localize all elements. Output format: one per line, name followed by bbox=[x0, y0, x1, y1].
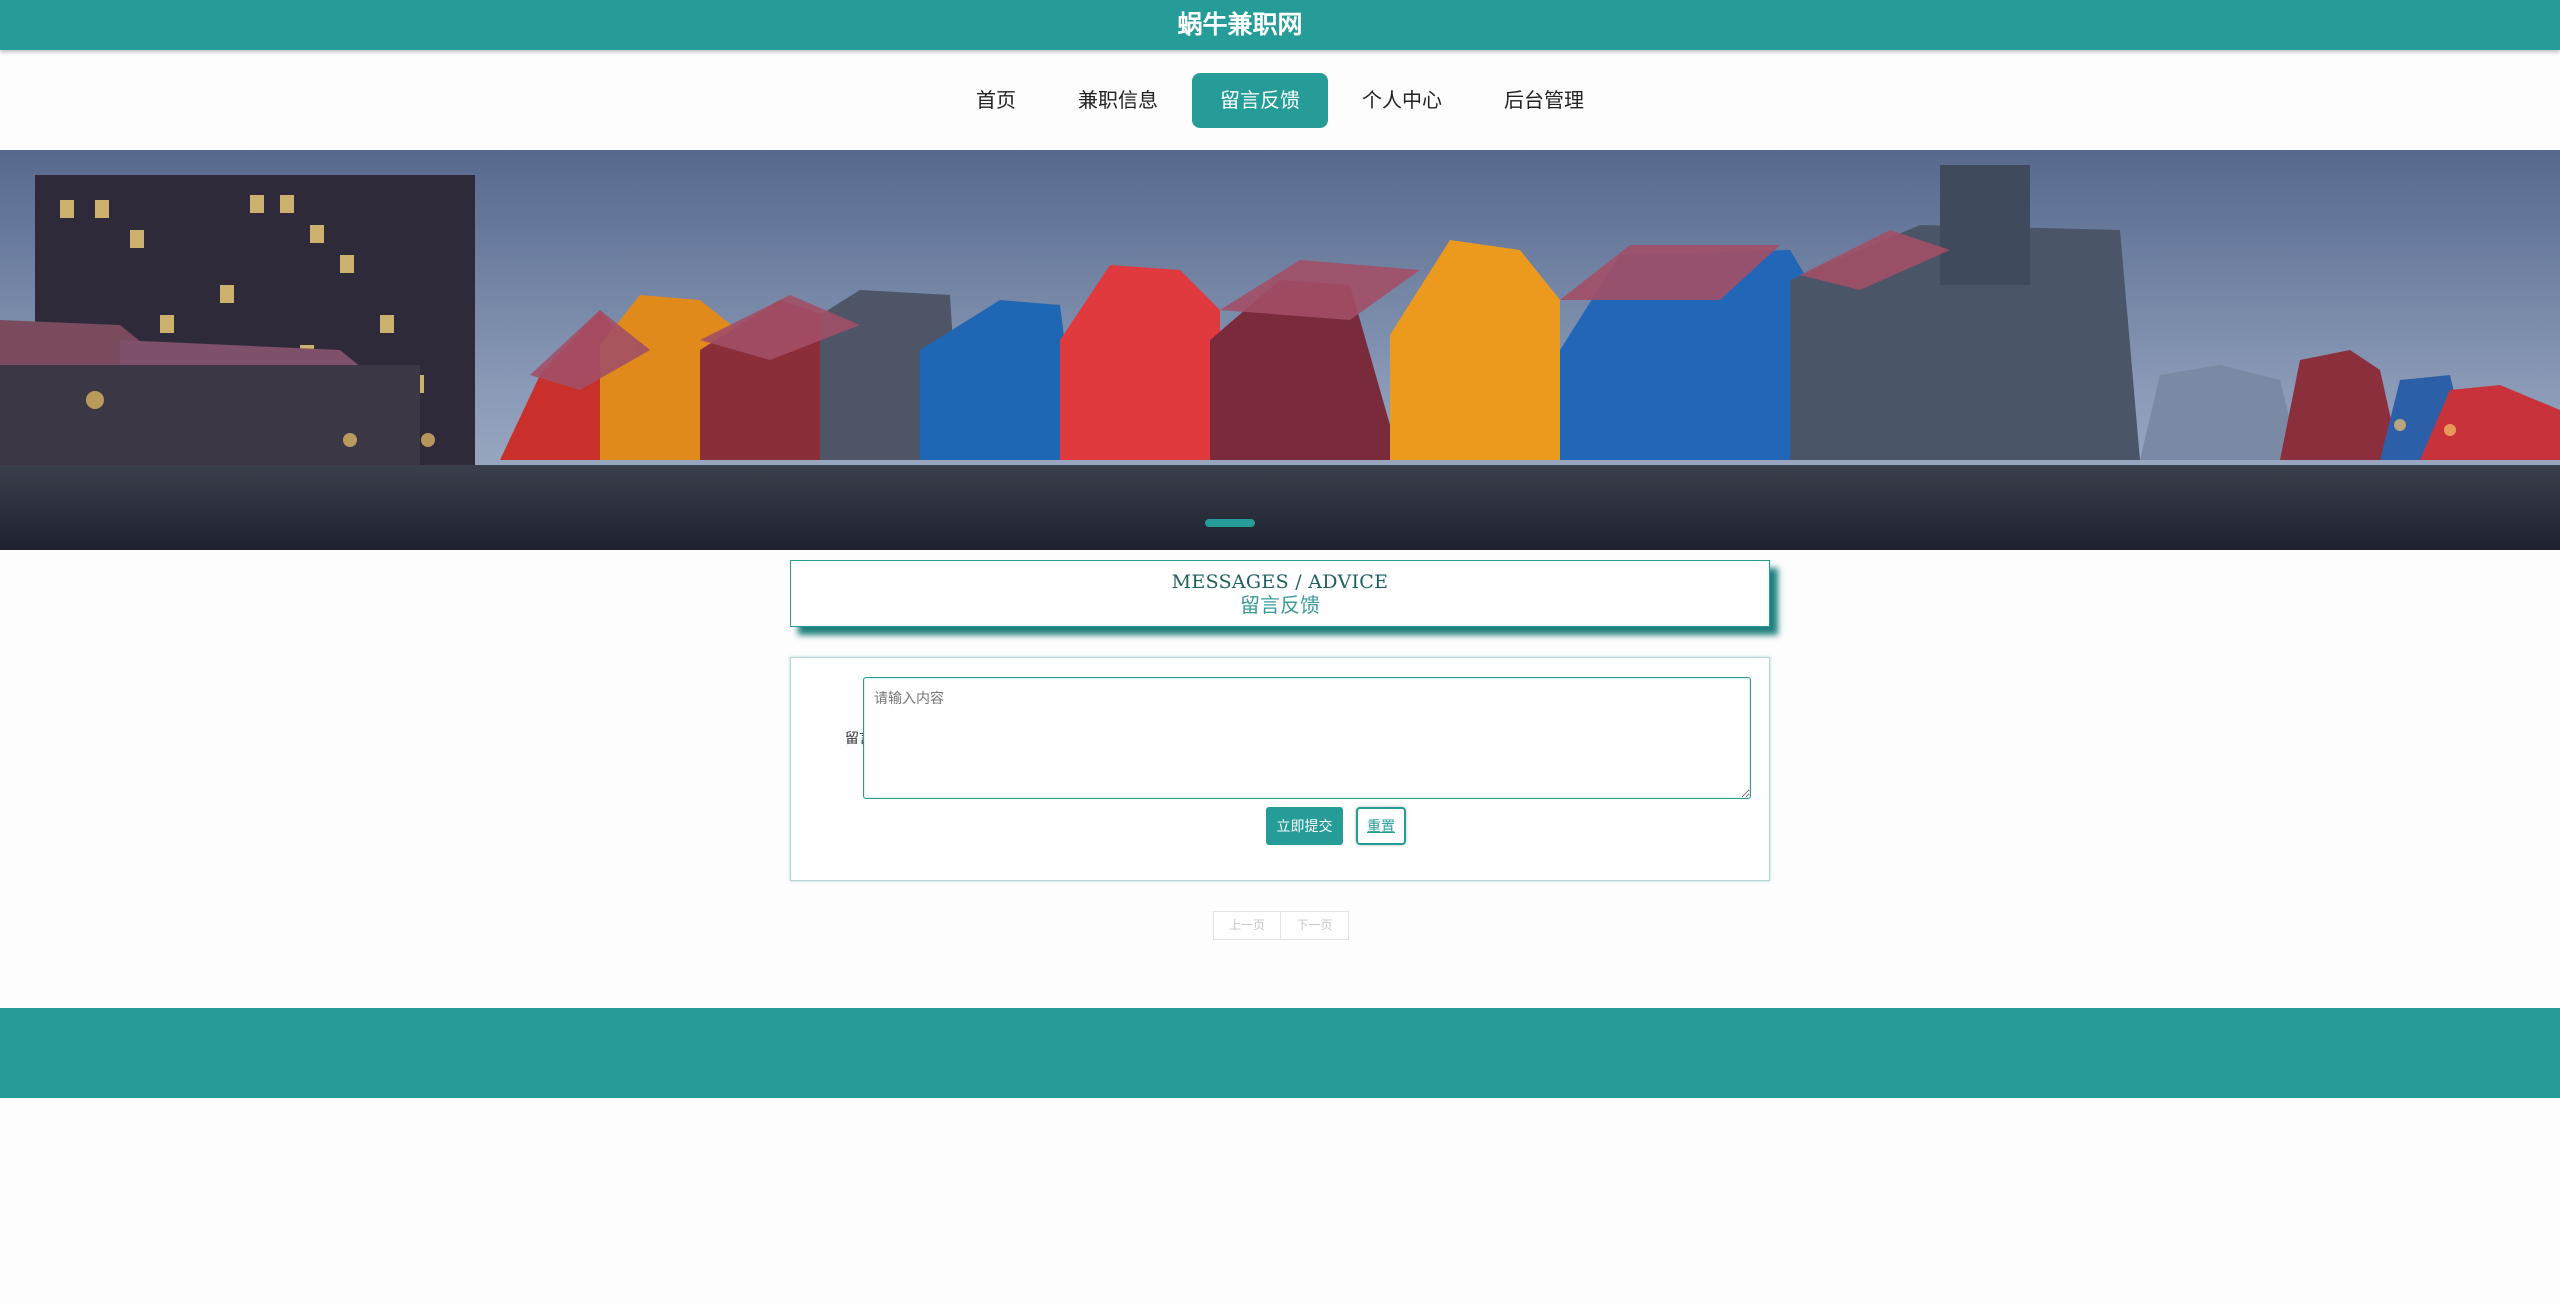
section-title-cn: 留言反馈 bbox=[1240, 593, 1320, 617]
site-title: 蜗牛兼职网 bbox=[1177, 10, 1303, 39]
section-heading: MESSAGES / ADVICE 留言反馈 bbox=[790, 560, 1770, 627]
footer-bar bbox=[0, 1008, 2560, 1098]
banner-carousel bbox=[0, 150, 2560, 550]
reset-button[interactable]: 重置 bbox=[1356, 807, 1406, 845]
section-title-en: MESSAGES / ADVICE bbox=[1171, 571, 1389, 593]
nav-item-home[interactable]: 首页 bbox=[948, 73, 1044, 128]
banner-image bbox=[0, 150, 2560, 550]
nav-item-feedback[interactable]: 留言反馈 bbox=[1192, 72, 1328, 128]
submit-button[interactable]: 立即提交 bbox=[1266, 807, 1343, 845]
nav-item-jobs[interactable]: 兼职信息 bbox=[1050, 73, 1186, 128]
nav-item-profile[interactable]: 个人中心 bbox=[1334, 73, 1470, 128]
message-textarea[interactable] bbox=[863, 677, 1751, 799]
next-page-button[interactable]: 下一页 bbox=[1281, 911, 1349, 940]
top-header-bar: 蜗牛兼职网 bbox=[0, 0, 2560, 50]
carousel-indicators bbox=[1205, 519, 1255, 527]
message-form: 留言 立即提交 重置 bbox=[790, 657, 1770, 881]
nav-item-admin[interactable]: 后台管理 bbox=[1476, 73, 1612, 128]
carousel-dot[interactable] bbox=[1205, 519, 1255, 527]
pagination: 上一页 下一页 bbox=[1213, 911, 1349, 940]
prev-page-button[interactable]: 上一页 bbox=[1213, 911, 1281, 940]
main-nav: 首页 兼职信息 留言反馈 个人中心 后台管理 bbox=[0, 72, 2560, 128]
